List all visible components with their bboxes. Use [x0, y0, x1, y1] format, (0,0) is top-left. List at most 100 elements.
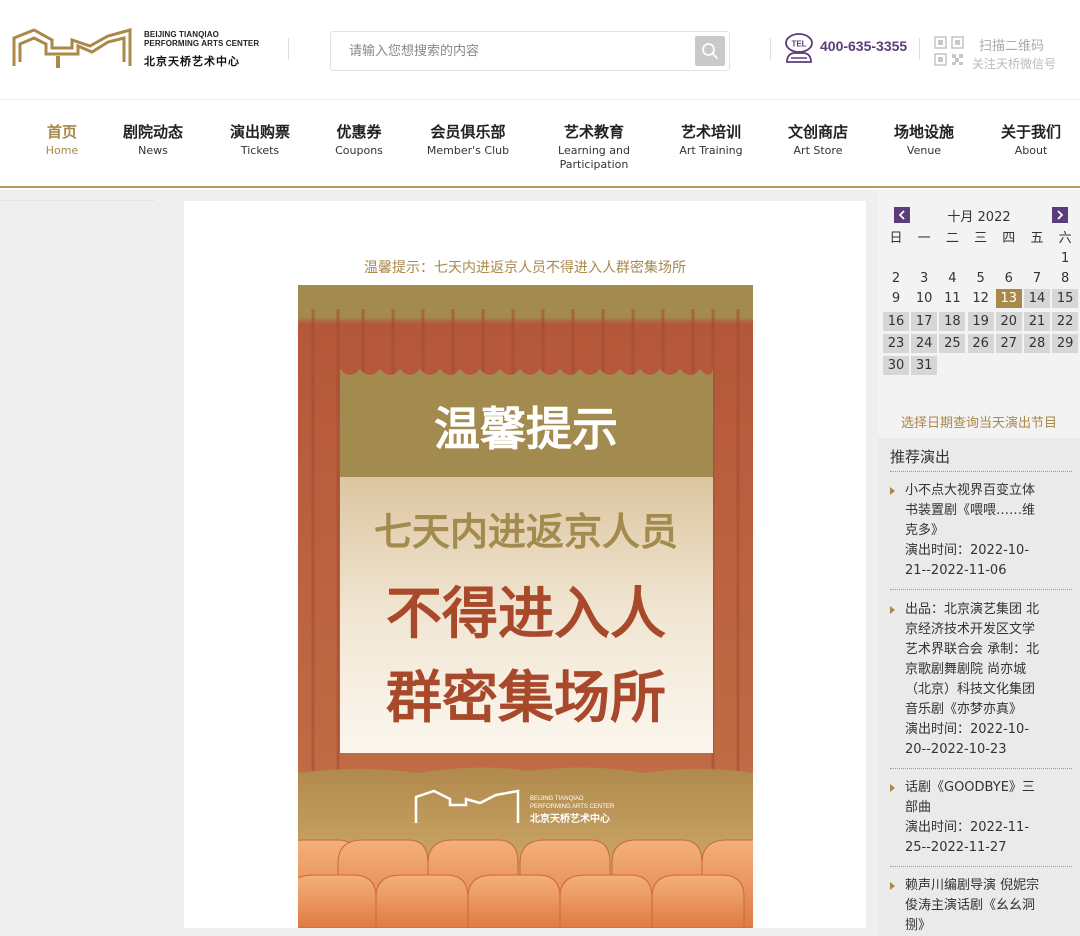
calendar-day[interactable]: 29 — [1052, 334, 1079, 353]
item-text-line: 25--2022-11-27 — [905, 840, 1007, 855]
recommended-item[interactable]: 出品：北京演艺集团 北 京经济技术开发区文学 艺术界联合会 承制：北 京歌剧舞剧… — [890, 600, 1068, 760]
calendar-day[interactable]: 20 — [995, 312, 1022, 331]
logo-chinese-text: 北京天桥艺术中心 — [144, 55, 240, 68]
poster-line3: 群密集场所 — [386, 666, 666, 731]
calendar-day[interactable]: 27 — [995, 334, 1022, 353]
nav-item-about[interactable]: 关于我们 About — [996, 122, 1066, 158]
calendar-day[interactable]: 24 — [911, 334, 938, 353]
item-text-line: 演出时间：2022-10- — [905, 543, 1030, 558]
item-text-line: 赖声川编剧导演 倪妮宗 — [905, 878, 1040, 893]
calendar-day[interactable]: 12 — [968, 289, 994, 308]
notice-poster: 温馨提示 七天内进返京人员 不得进入人 群密集场所 BEIJING TIANQI… — [298, 285, 753, 928]
poster-line2: 不得进入人 — [386, 582, 666, 647]
calendar-header: 十月 2022 — [882, 206, 1076, 225]
nav-item-venue[interactable]: 场地设施 Venue — [889, 122, 959, 158]
nav-item-art-training[interactable]: 艺术培训 Art Training — [674, 122, 748, 158]
nav-item-news[interactable]: 剧院动态 News — [118, 122, 188, 158]
calendar-day[interactable]: 26 — [967, 334, 994, 353]
tianqiao-logo-icon — [12, 28, 132, 68]
calendar-day[interactable]: 6 — [996, 269, 1022, 288]
calendar-day[interactable]: 5 — [968, 269, 994, 288]
item-text-line: 捌》 — [905, 918, 932, 933]
calendar-day[interactable]: 31 — [911, 356, 938, 375]
recommended-item[interactable]: 赖声川编剧导演 倪妮宗 俊涛主演话剧《幺幺洞 捌》 — [890, 876, 1068, 936]
calendar-day[interactable]: 23 — [883, 334, 909, 353]
calendar-day[interactable]: 21 — [1024, 312, 1050, 331]
nav-sublabel: Art Training — [679, 144, 743, 157]
calendar-day[interactable]: 18 — [939, 312, 966, 331]
calendar-day[interactable]: 28 — [1024, 334, 1050, 353]
item-text-line: 演出时间：2022-11- — [905, 820, 1030, 835]
nav-item-art-store[interactable]: 文创商店 Art Store — [783, 122, 853, 158]
calendar-weekday: 三 — [974, 231, 988, 246]
site-logo[interactable]: BEIJING TIANQIAO PERFORMING ARTS CENTER … — [12, 26, 272, 72]
calendar-day[interactable]: 11 — [939, 289, 965, 308]
calendar-day[interactable]: 2 — [883, 269, 909, 288]
header-divider — [919, 38, 920, 60]
search-icon — [702, 43, 718, 59]
poster-logo-en2: PERFORMING ARTS CENTER — [530, 804, 615, 810]
calendar-day[interactable]: 22 — [1052, 312, 1079, 331]
search-box — [330, 31, 730, 71]
nav-item-members-club[interactable]: 会员俱乐部 Member's Club — [423, 122, 513, 158]
calendar-day[interactable]: 25 — [939, 334, 966, 353]
divider — [890, 471, 1072, 472]
nav-item-learning[interactable]: 艺术教育 Learning and Participation — [554, 122, 634, 172]
nav-sublabel: Home — [45, 144, 79, 157]
notice-title[interactable]: 温馨提示：七天内进返京人员不得进入人群密集场所 — [184, 257, 866, 277]
calendar-prev-button[interactable] — [894, 207, 910, 223]
header-divider — [288, 38, 289, 60]
nav-item-coupons[interactable]: 优惠券 Coupons — [329, 122, 389, 158]
nav-sublabel: Learning and — [558, 144, 630, 157]
calendar-day[interactable]: 16 — [883, 312, 909, 331]
calendar-day[interactable]: 15 — [1052, 289, 1079, 308]
nav-sublabel: Venue — [906, 144, 942, 157]
nav-label: 艺术教育 — [563, 123, 624, 141]
calendar-day[interactable]: 3 — [911, 269, 937, 288]
nav-sublabel: Participation — [559, 158, 629, 171]
calendar-day[interactable]: 8 — [1052, 269, 1078, 288]
calendar-weekday: 日 — [889, 231, 903, 246]
calendar-hint: 选择日期查询当天演出节目 — [900, 416, 1057, 431]
calendar-day[interactable]: 10 — [911, 289, 937, 308]
poster-image: 温馨提示 七天内进返京人员 不得进入人 群密集场所 BEIJING TIANQI… — [298, 285, 753, 928]
triangle-right-icon — [890, 606, 895, 614]
nav-label: 艺术培训 — [680, 123, 741, 141]
nav-item-tickets[interactable]: 演出购票 Tickets — [225, 122, 295, 158]
calendar-day[interactable]: 14 — [1024, 289, 1050, 308]
triangle-right-icon — [890, 882, 895, 890]
phone-number[interactable]: 400-635-3355 — [820, 38, 907, 54]
tel-label: TEL — [791, 40, 806, 49]
triangle-right-icon — [890, 487, 895, 495]
main-nav: 首页 Home 剧院动态 News 演出购票 Tickets 优惠券 Coupo… — [0, 100, 1080, 188]
nav-sublabel: Art Store — [793, 144, 843, 157]
calendar-day[interactable]: 4 — [939, 269, 965, 288]
logo-en-line2: PERFORMING ARTS CENTER — [144, 39, 260, 48]
divider — [890, 589, 1072, 590]
calendar-day[interactable]: 30 — [883, 356, 909, 375]
poster-logo-en1: BEIJING TIANQIAO — [530, 796, 584, 802]
calendar-weekday: 四 — [1002, 231, 1016, 246]
calendar-day[interactable]: 13 — [995, 289, 1022, 308]
calendar-day[interactable]: 1 — [1052, 249, 1078, 268]
calendar-day[interactable]: 7 — [1024, 269, 1050, 288]
qr-code-icon[interactable] — [933, 35, 965, 67]
nav-sublabel: News — [138, 144, 168, 157]
item-text-line: 20--2022-10-23 — [905, 742, 1007, 757]
calendar-weekday: 二 — [945, 231, 959, 246]
nav-label: 首页 — [46, 123, 77, 141]
nav-sublabel: Tickets — [240, 144, 280, 157]
calendar-next-button[interactable] — [1052, 207, 1068, 223]
recommended-item[interactable]: 小不点大视界百变立体 书装置剧《喂喂……维 克多》 演出时间：2022-10- … — [890, 481, 1068, 581]
nav-label: 文创商店 — [787, 123, 848, 141]
calendar-day[interactable]: 17 — [911, 312, 938, 331]
search-button[interactable] — [695, 36, 725, 66]
recommended-title: 推荐演出 — [890, 448, 951, 466]
recommended-item[interactable]: 话剧《GOODBYE》三 部曲 演出时间：2022-11- 25--2022-1… — [890, 778, 1068, 858]
nav-label: 剧院动态 — [122, 123, 183, 141]
calendar-day[interactable]: 19 — [967, 312, 994, 331]
search-input[interactable] — [331, 32, 695, 70]
nav-item-home[interactable]: 首页 Home — [40, 122, 84, 158]
logo-en-line1: BEIJING TIANQIAO — [144, 30, 219, 39]
calendar-day[interactable]: 9 — [883, 289, 909, 308]
